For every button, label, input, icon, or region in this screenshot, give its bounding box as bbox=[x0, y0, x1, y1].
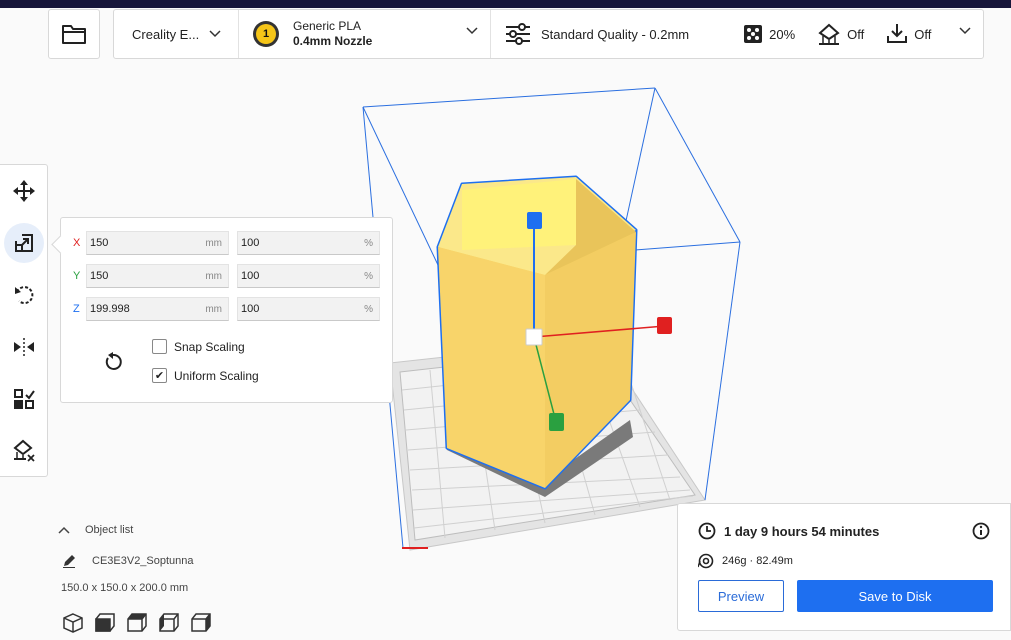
infill-icon bbox=[744, 25, 763, 43]
uniform-scaling-label: Uniform Scaling bbox=[174, 368, 259, 383]
reset-icon bbox=[105, 352, 122, 370]
quality-profile: Standard Quality - 0.2mm bbox=[541, 26, 690, 42]
header-toolbar: Creality E... 1 Generic PLA 0.4mm Nozzle… bbox=[113, 9, 984, 59]
per-model-settings-icon bbox=[14, 389, 35, 409]
axis-label-x: X bbox=[73, 237, 81, 249]
info-icon bbox=[972, 522, 990, 540]
print-settings-selector[interactable]: Standard Quality - 0.2mm 20% Off Off bbox=[491, 10, 983, 58]
material-usage-value: 246g · 82.49m bbox=[722, 555, 793, 567]
support-blocker-tool-button[interactable] bbox=[4, 431, 44, 471]
material-name: Generic PLA bbox=[293, 19, 362, 33]
material-usage: 246g · 82.49m bbox=[698, 553, 793, 569]
move-icon bbox=[13, 180, 35, 202]
adhesion-setting: Off bbox=[886, 23, 931, 45]
snap-scaling-box[interactable] bbox=[152, 339, 167, 354]
view-front-icon[interactable] bbox=[94, 612, 116, 634]
printer-name: Creality E... bbox=[132, 26, 200, 42]
save-to-disk-button[interactable]: Save to Disk bbox=[797, 580, 993, 612]
axis-label-y: Y bbox=[73, 270, 81, 282]
x-percent-input[interactable]: 100% bbox=[237, 231, 380, 255]
clock-icon bbox=[698, 522, 716, 540]
printer-selector[interactable]: Creality E... bbox=[114, 10, 239, 58]
object-list-title: Object list bbox=[85, 524, 134, 536]
rotate-tool-button[interactable] bbox=[4, 275, 44, 315]
spool-icon bbox=[698, 553, 714, 569]
x-mm-input[interactable]: 150 mm bbox=[86, 231, 229, 255]
move-tool-button[interactable] bbox=[4, 171, 44, 211]
object-list-toggle[interactable]: Object list bbox=[58, 524, 298, 536]
scale-row-x: X 150 mm 100% bbox=[73, 231, 383, 257]
reset-scale-button[interactable] bbox=[101, 350, 125, 374]
view-orientation-buttons bbox=[62, 612, 212, 634]
rotate-icon bbox=[15, 286, 34, 305]
mirror-tool-button[interactable] bbox=[4, 327, 44, 367]
support-icon bbox=[818, 23, 840, 45]
scale-icon bbox=[15, 234, 33, 252]
z-mm-input[interactable]: 199.998 mm bbox=[86, 297, 229, 321]
pencil-icon bbox=[63, 555, 75, 568]
tool-rail bbox=[0, 164, 48, 477]
object-name-row[interactable]: CE3E3V2_Soptunna bbox=[62, 554, 194, 568]
nozzle-size: 0.4mm Nozzle bbox=[293, 34, 373, 48]
x-handle bbox=[657, 317, 672, 334]
print-info-panel: 1 day 9 hours 54 minutes 246g · 82.49m P… bbox=[677, 503, 1011, 631]
y-mm-input[interactable]: 150 mm bbox=[86, 264, 229, 288]
axis-label-z: Z bbox=[73, 303, 80, 315]
print-details-button[interactable] bbox=[972, 522, 990, 545]
view-top-icon[interactable] bbox=[126, 612, 148, 634]
print-time-value: 1 day 9 hours 54 minutes bbox=[724, 523, 880, 539]
open-file-button[interactable] bbox=[48, 9, 100, 59]
scale-panel: X 150 mm 100% Y 150 mm 100% Z 199.998 mm 10… bbox=[60, 217, 393, 403]
uniform-scaling-checkbox[interactable]: ✔ Uniform Scaling bbox=[152, 368, 259, 383]
view-3d-icon[interactable] bbox=[62, 612, 84, 634]
chevron-down-icon bbox=[959, 27, 971, 35]
scale-row-y: Y 150 mm 100% bbox=[73, 264, 383, 290]
view-right-icon[interactable] bbox=[190, 612, 212, 634]
adhesion-icon bbox=[887, 24, 908, 43]
chevron-down-icon bbox=[209, 30, 221, 38]
snap-scaling-label: Snap Scaling bbox=[174, 339, 245, 354]
chevron-down-icon bbox=[466, 27, 478, 35]
center-handle bbox=[525, 328, 543, 346]
object-dimensions: 150.0 x 150.0 x 200.0 mm bbox=[61, 582, 189, 594]
scale-tool-button[interactable] bbox=[4, 223, 44, 263]
support-value: Off bbox=[847, 26, 865, 42]
support-setting: Off bbox=[817, 23, 864, 45]
chevron-up-icon bbox=[58, 526, 70, 534]
support-blocker-icon bbox=[13, 439, 35, 462]
extruder-icon: 1 bbox=[253, 21, 279, 47]
preview-button[interactable]: Preview bbox=[698, 580, 784, 612]
infill-setting: 20% bbox=[743, 24, 795, 44]
y-percent-input[interactable]: 100% bbox=[237, 264, 380, 288]
view-left-icon[interactable] bbox=[158, 612, 180, 634]
scale-row-z: Z 199.998 mm 100% bbox=[73, 297, 383, 323]
print-time: 1 day 9 hours 54 minutes bbox=[698, 522, 879, 540]
object-list: Object list CE3E3V2_Soptunna 150.0 x 150… bbox=[58, 524, 298, 633]
object-name: CE3E3V2_Soptunna bbox=[92, 555, 194, 567]
material-selector[interactable]: 1 Generic PLA 0.4mm Nozzle bbox=[239, 10, 491, 58]
mirror-icon bbox=[14, 338, 34, 356]
snap-scaling-checkbox[interactable]: Snap Scaling bbox=[152, 339, 245, 354]
z-percent-input[interactable]: 100% bbox=[237, 297, 380, 321]
uniform-scaling-box[interactable]: ✔ bbox=[152, 368, 167, 383]
sliders-icon bbox=[506, 23, 530, 45]
adhesion-value: Off bbox=[914, 26, 932, 42]
check-icon: ✔ bbox=[154, 370, 165, 382]
y-handle bbox=[549, 413, 564, 431]
infill-value: 20% bbox=[769, 26, 796, 42]
z-handle bbox=[527, 212, 542, 229]
folder-icon bbox=[62, 25, 86, 44]
per-model-settings-tool-button[interactable] bbox=[4, 379, 44, 419]
